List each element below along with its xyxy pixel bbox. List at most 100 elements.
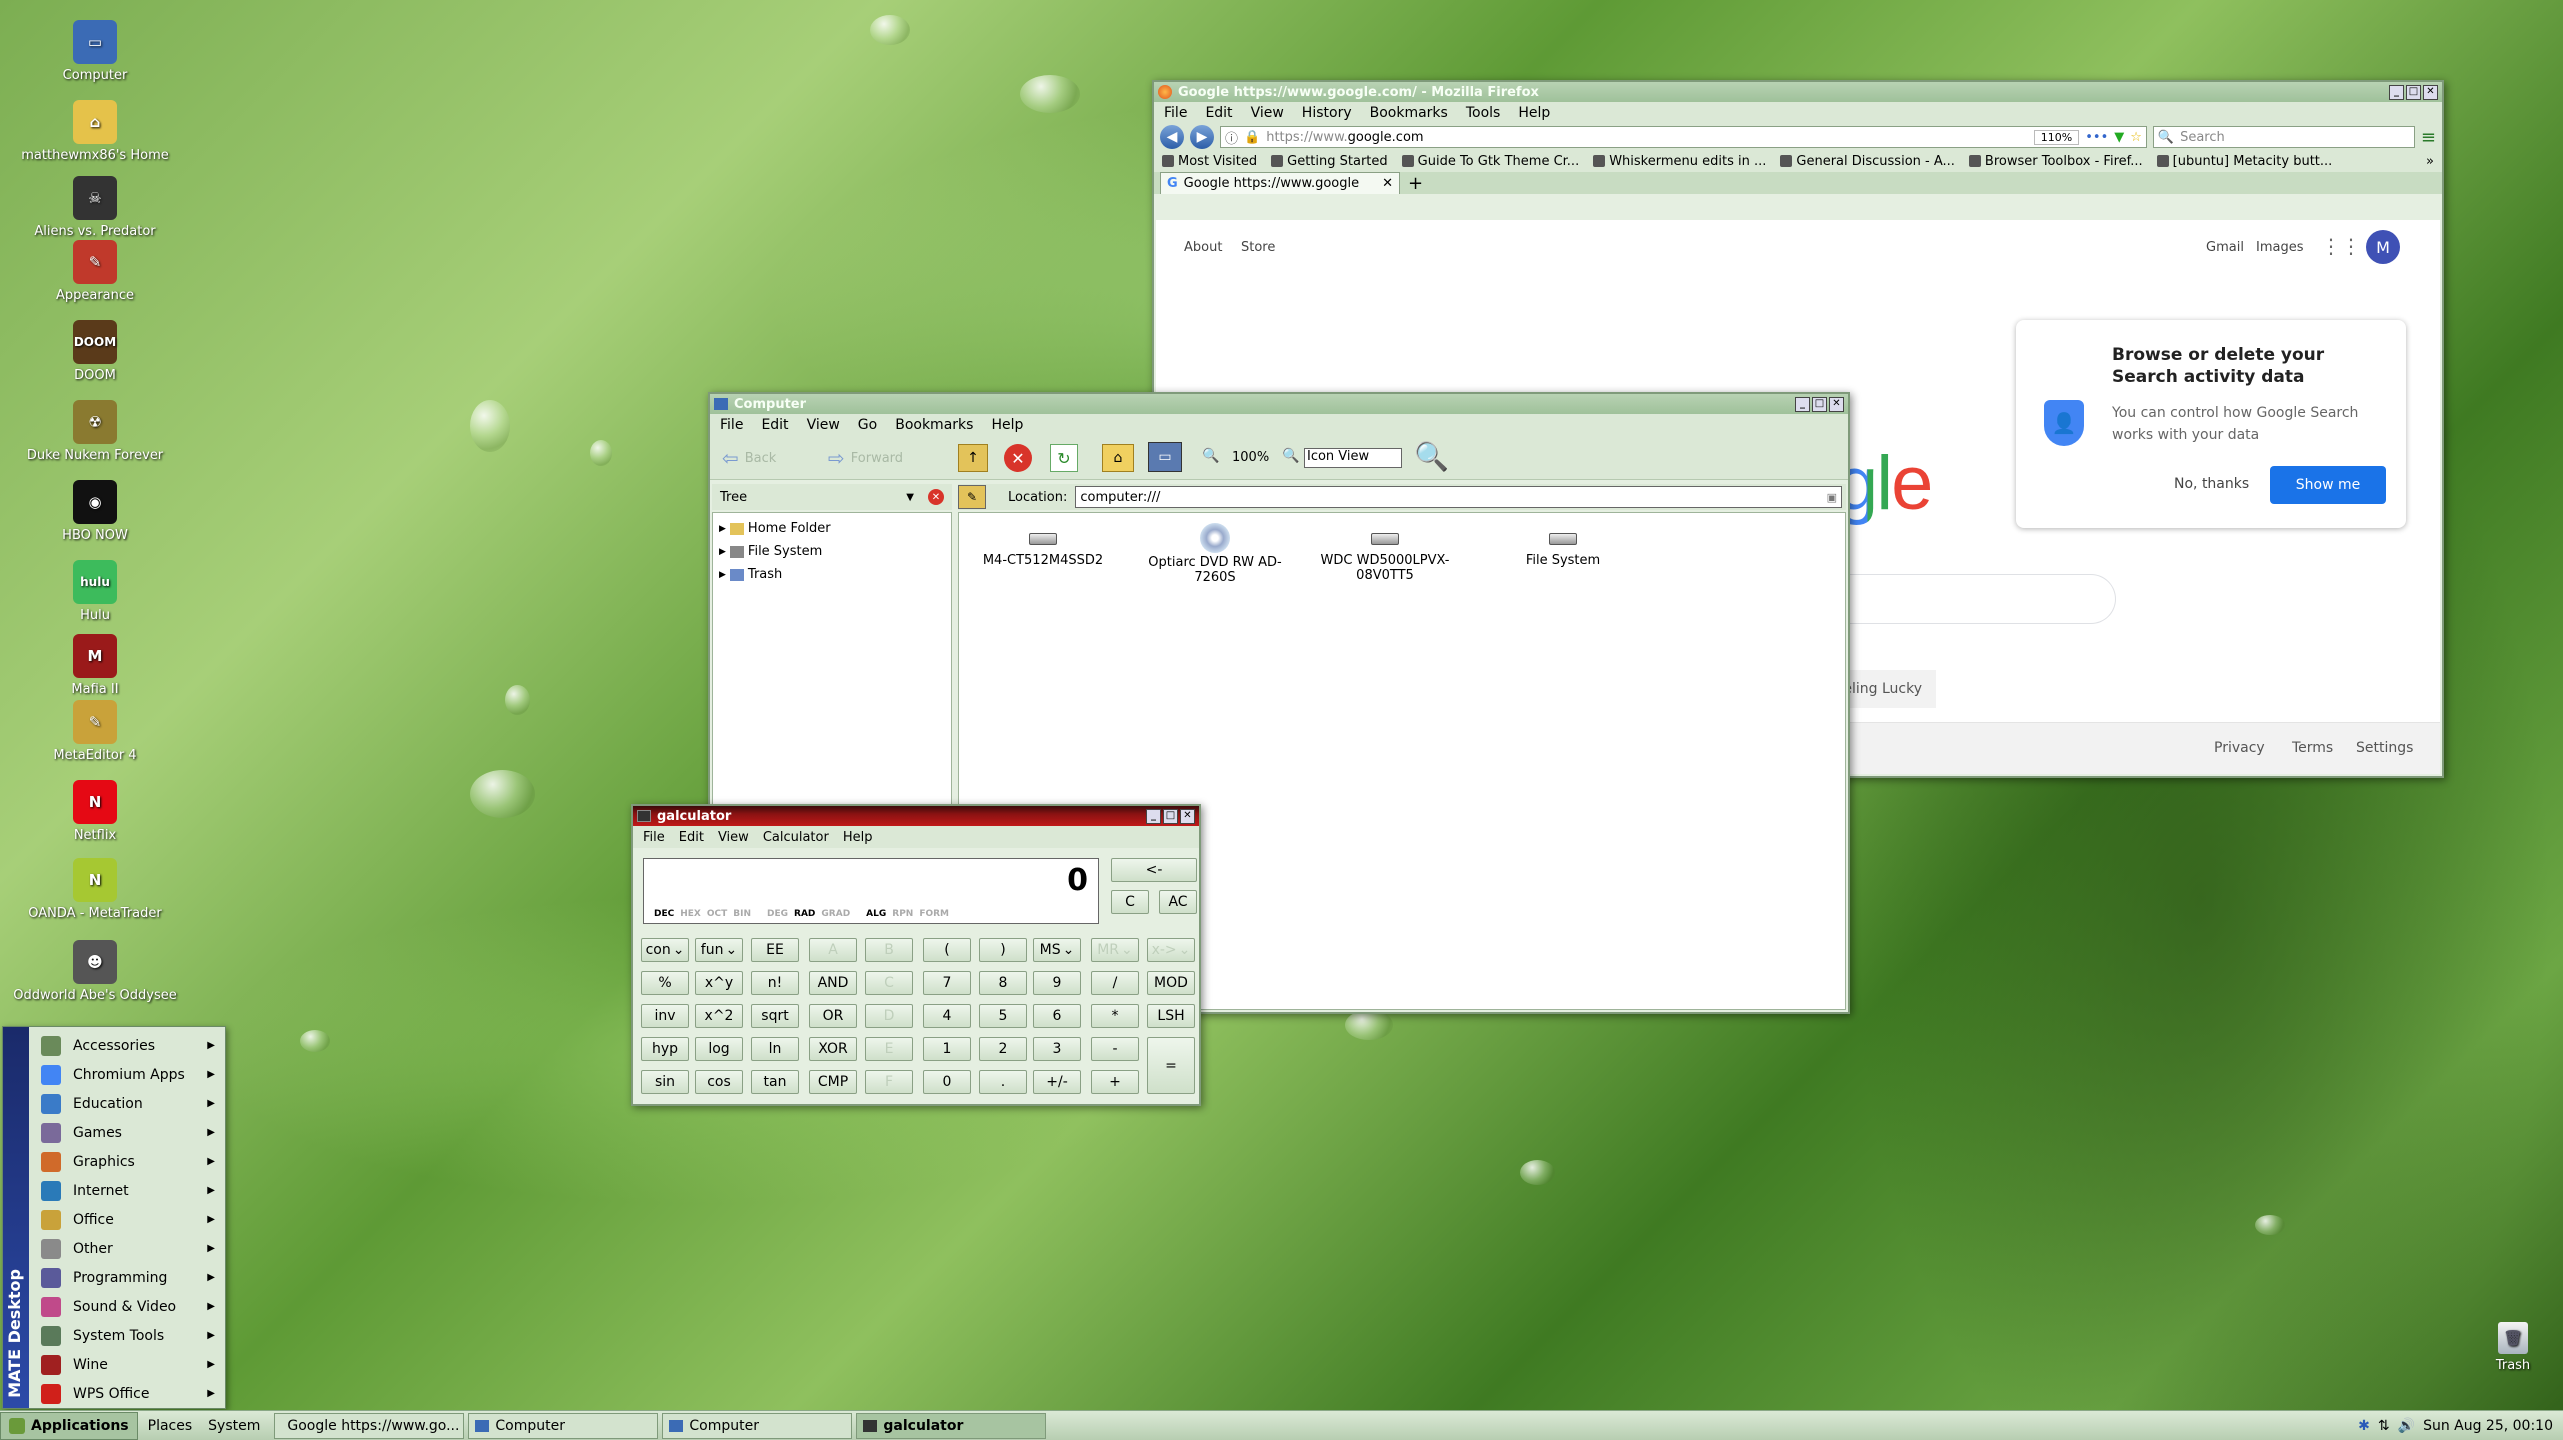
- mode-indicator[interactable]: HEX: [680, 909, 701, 919]
- mode-indicator[interactable]: FORM: [919, 909, 949, 919]
- desktop-icon[interactable]: ◉ HBO NOW: [10, 480, 180, 543]
- clock[interactable]: Sun Aug 25, 00:10: [2423, 1418, 2553, 1434]
- calc-button[interactable]: inv: [641, 1004, 689, 1028]
- new-tab-button[interactable]: +: [1408, 174, 1423, 194]
- calc-button[interactable]: x^y: [695, 971, 743, 995]
- calc-button[interactable]: /: [1091, 971, 1139, 995]
- forward-button[interactable]: ⇨ Forward: [828, 446, 903, 470]
- desktop-icon[interactable]: ✎ MetaEditor 4: [10, 700, 180, 763]
- menu-item[interactable]: View: [1251, 105, 1284, 121]
- menu-category[interactable]: System Tools ▶: [33, 1321, 225, 1350]
- bookmark-item[interactable]: Getting Started: [1271, 154, 1388, 169]
- calc-button[interactable]: 8: [979, 971, 1027, 995]
- reload-icon[interactable]: ↻: [1050, 444, 1078, 472]
- menu-item[interactable]: File: [643, 830, 665, 845]
- taskbar-button[interactable]: galculator: [856, 1412, 1047, 1439]
- bookmark-item[interactable]: [ubuntu] Metacity butt...: [2156, 154, 2332, 169]
- menu-item[interactable]: Calculator: [763, 830, 829, 845]
- maximize-button[interactable]: □: [1812, 396, 1827, 412]
- calc-button[interactable]: C: [865, 971, 913, 995]
- calc-button[interactable]: B: [865, 938, 913, 962]
- desktop-icon[interactable]: ☻ Oddworld Abe's Oddysee: [10, 940, 180, 1003]
- network-icon[interactable]: ⇅: [2378, 1418, 2390, 1434]
- menu-category[interactable]: Games ▶: [33, 1118, 225, 1147]
- lock-icon[interactable]: 🔒: [1244, 130, 1260, 145]
- mode-indicator[interactable]: ALG: [866, 909, 886, 919]
- bookmark-item[interactable]: General Discussion - A...: [1780, 154, 1955, 169]
- calc-button[interactable]: +: [1091, 1070, 1139, 1094]
- calc-button[interactable]: tan: [751, 1070, 799, 1094]
- bookmark-item[interactable]: Browser Toolbox - Firef...: [1968, 154, 2143, 169]
- zoom-in-icon[interactable]: 🔍: [1282, 448, 1299, 464]
- calc-button[interactable]: fun ⌄: [695, 938, 743, 962]
- side-pane-selector[interactable]: Tree: [720, 490, 906, 505]
- menu-category[interactable]: Sound & Video ▶: [33, 1292, 225, 1321]
- calc-button[interactable]: AC: [1159, 890, 1197, 914]
- mode-indicator[interactable]: GRAD: [821, 909, 850, 919]
- tab-google[interactable]: G Google https://www.google ✕: [1160, 172, 1400, 194]
- bookmark-item[interactable]: Most Visited: [1162, 154, 1257, 169]
- show-me-button[interactable]: Show me: [2270, 466, 2386, 504]
- menu-item[interactable]: Tools: [1466, 105, 1501, 121]
- calc-button[interactable]: sqrt: [751, 1004, 799, 1028]
- calc-button[interactable]: cos: [695, 1070, 743, 1094]
- drive-item[interactable]: M4-CT512M4SSD2: [973, 523, 1113, 568]
- computer-icon[interactable]: ▭: [1148, 442, 1182, 472]
- view-mode-select[interactable]: Icon View: [1304, 448, 1402, 468]
- calc-button[interactable]: A: [809, 938, 857, 962]
- menu-item[interactable]: Help: [1518, 105, 1550, 121]
- calc-button[interactable]: 2: [979, 1037, 1027, 1061]
- menu-category[interactable]: Accessories ▶: [33, 1031, 225, 1060]
- menu-item[interactable]: File: [1164, 105, 1187, 121]
- calc-button[interactable]: C: [1111, 890, 1149, 914]
- calc-button[interactable]: ln: [751, 1037, 799, 1061]
- calc-button[interactable]: sin: [641, 1070, 689, 1094]
- footer-terms[interactable]: Terms: [2292, 740, 2333, 756]
- menu-item[interactable]: Help: [843, 830, 873, 845]
- menu-item[interactable]: View: [718, 830, 749, 845]
- tree-item[interactable]: ▶ File System: [719, 540, 945, 563]
- places-menu[interactable]: Places: [138, 1418, 203, 1434]
- calc-button[interactable]: con ⌄: [641, 938, 689, 962]
- drive-item[interactable]: Optiarc DVD RW AD-7260S: [1145, 523, 1285, 585]
- chevron-down-icon[interactable]: ▼: [906, 492, 914, 503]
- calculator-titlebar[interactable]: galculator _ □ ✕: [633, 806, 1199, 826]
- close-button[interactable]: ✕: [2423, 84, 2438, 100]
- location-go-icon[interactable]: ▣: [1827, 491, 1837, 504]
- mode-indicator[interactable]: DEG: [767, 909, 788, 919]
- pocket-icon[interactable]: ▼: [2114, 130, 2124, 145]
- mode-indicator[interactable]: DEC: [654, 909, 674, 919]
- mode-indicator[interactable]: RPN: [892, 909, 913, 919]
- maximize-button[interactable]: □: [1163, 808, 1178, 824]
- maximize-button[interactable]: □: [2406, 84, 2421, 100]
- calc-button[interactable]: EE: [751, 938, 799, 962]
- footer-privacy[interactable]: Privacy: [2214, 740, 2265, 756]
- expander-icon[interactable]: ▶: [719, 547, 726, 557]
- calc-button[interactable]: log: [695, 1037, 743, 1061]
- toggle-location-icon[interactable]: ✎: [958, 485, 986, 509]
- applications-button[interactable]: Applications: [0, 1411, 138, 1440]
- minimize-button[interactable]: _: [2389, 84, 2404, 100]
- page-actions-icon[interactable]: •••: [2085, 130, 2108, 145]
- drive-item[interactable]: File System: [1493, 523, 1633, 568]
- calc-button[interactable]: 1: [923, 1037, 971, 1061]
- calc-button[interactable]: E: [865, 1037, 913, 1061]
- calc-button[interactable]: ): [979, 938, 1027, 962]
- url-bar[interactable]: ⓘ 🔒 https://www. google.com 110% ••• ▼ ☆: [1220, 126, 2147, 148]
- menu-category[interactable]: Office ▶: [33, 1205, 225, 1234]
- expander-icon[interactable]: ▶: [719, 570, 726, 580]
- firefox-titlebar[interactable]: Google https://www.google.com/ - Mozilla…: [1154, 82, 2442, 102]
- menu-category[interactable]: Chromium Apps ▶: [33, 1060, 225, 1089]
- menu-item[interactable]: Edit: [1205, 105, 1232, 121]
- calc-button[interactable]: 4: [923, 1004, 971, 1028]
- footer-settings[interactable]: Settings: [2356, 740, 2413, 756]
- calc-button[interactable]: D: [865, 1004, 913, 1028]
- taskbar-button[interactable]: Google https://www.go...: [274, 1412, 465, 1439]
- minimize-button[interactable]: _: [1795, 396, 1810, 412]
- forward-button[interactable]: ▶: [1190, 125, 1214, 149]
- apps-grid-icon[interactable]: ⋮⋮: [2321, 234, 2361, 258]
- zoom-out-icon[interactable]: 🔍: [1202, 448, 1219, 464]
- images-link[interactable]: Images: [2256, 240, 2304, 255]
- desktop-icon[interactable]: ☢ Duke Nukem Forever: [10, 400, 180, 463]
- menu-item[interactable]: Edit: [679, 830, 704, 845]
